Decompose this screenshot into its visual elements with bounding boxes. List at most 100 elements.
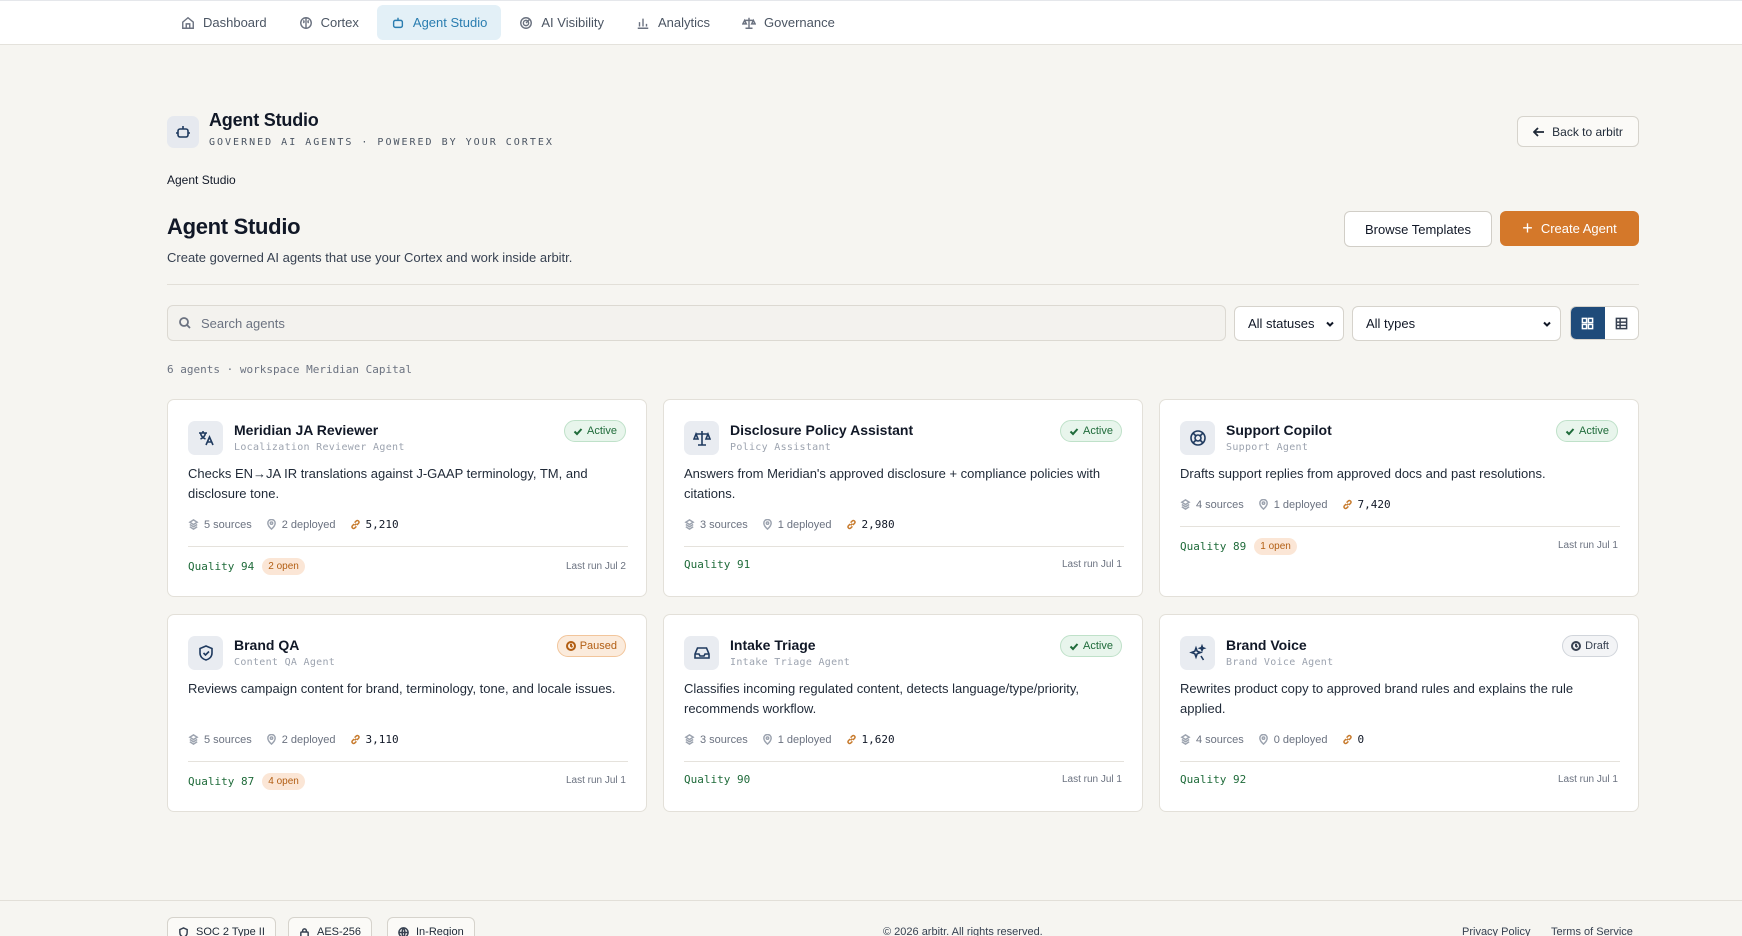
open-issues-badge[interactable]: 4 open xyxy=(262,773,305,790)
shield-icon xyxy=(179,926,188,936)
card-divider xyxy=(188,546,628,547)
deployed-metric: 1 deployed xyxy=(762,519,832,531)
agent-name: Brand Voice xyxy=(1226,637,1307,653)
plus-icon: + xyxy=(1522,217,1533,238)
agent-name: Support Copilot xyxy=(1226,422,1332,438)
brain-icon xyxy=(299,16,312,29)
nav-label: AI Visibility xyxy=(541,15,604,30)
map-pin-icon xyxy=(266,519,276,530)
sources-metric: 5 sources xyxy=(188,734,252,746)
grid-icon xyxy=(1581,317,1594,329)
agent-type: Brand Voice Agent xyxy=(1226,657,1334,668)
deployed-count: 1 deployed xyxy=(777,733,832,746)
badge-label: AES-256 xyxy=(317,926,362,936)
open-issues-badge[interactable]: 2 open xyxy=(262,558,305,575)
last-run: Last run Jul 2 xyxy=(565,561,626,572)
lifebuoy-icon xyxy=(1189,430,1206,446)
runs-metric: 5,210 xyxy=(350,518,399,531)
agent-name: Intake Triage xyxy=(730,637,816,653)
agent-card[interactable]: Intake Triage Intake Triage Agent Active… xyxy=(663,614,1143,812)
link-icon xyxy=(1342,734,1352,745)
last-run: Last run Jul 1 xyxy=(1061,774,1122,785)
runs-metric: 3,110 xyxy=(350,733,399,746)
table-view-button[interactable] xyxy=(1605,307,1639,339)
nav-label: Governance xyxy=(764,15,835,30)
create-agent-button[interactable]: + Create Agent xyxy=(1500,211,1639,246)
sources-icon xyxy=(188,519,199,530)
agent-card[interactable]: Meridian JA Reviewer Localization Review… xyxy=(167,399,647,597)
agent-name: Brand QA xyxy=(234,637,300,653)
map-pin-icon xyxy=(266,734,276,745)
status-filter-select[interactable]: All statuses xyxy=(1234,306,1344,341)
shield-check-icon xyxy=(198,645,213,661)
quality-score: Quality 90 xyxy=(684,773,751,786)
studio-title: Agent Studio xyxy=(209,110,319,130)
nav-governance[interactable]: Governance xyxy=(728,5,849,40)
nav-ai-visibility[interactable]: AI Visibility xyxy=(505,5,618,40)
deployed-count: 2 deployed xyxy=(281,733,336,746)
sources-metric: 4 sources xyxy=(1180,734,1244,746)
sources-metric: 4 sources xyxy=(1180,499,1244,511)
deployed-metric: 2 deployed xyxy=(266,519,336,531)
radar-icon xyxy=(520,16,533,29)
nav-dashboard[interactable]: Dashboard xyxy=(167,5,281,40)
studio-logo xyxy=(167,116,199,148)
agent-card[interactable]: Brand QA Content QA Agent Paused Reviews… xyxy=(167,614,647,812)
studio-header: Agent Studio GOVERNED AI AGENTS · POWERE… xyxy=(167,110,554,148)
link-icon xyxy=(846,734,856,745)
agent-metrics: 4 sources 0 deployed 0 xyxy=(1180,733,1364,746)
breadcrumb: Agent Studio xyxy=(167,173,236,187)
back-button[interactable]: Back to arbitr xyxy=(1517,116,1639,147)
deployed-count: 1 deployed xyxy=(1273,498,1328,511)
browse-templates-button[interactable]: Browse Templates xyxy=(1344,211,1492,247)
quality-row: Quality 90 xyxy=(684,773,750,786)
aes-badge: AES-256 xyxy=(288,917,373,936)
chevron-down-icon xyxy=(1543,321,1551,327)
quality-score: Quality 89 xyxy=(1180,540,1247,553)
runs-count: 0 xyxy=(1357,733,1365,746)
last-run: Last run Jul 1 xyxy=(565,775,626,786)
quality-row: Quality 91 xyxy=(684,558,750,571)
scale-icon xyxy=(692,431,711,446)
deployed-count: 0 deployed xyxy=(1273,733,1328,746)
card-divider xyxy=(684,546,1124,547)
search-box[interactable] xyxy=(167,305,1226,341)
chevron-down-icon xyxy=(1326,321,1334,327)
status-badge: Active xyxy=(564,420,626,442)
page-title: Agent Studio xyxy=(167,214,301,239)
agent-icon xyxy=(188,421,223,455)
link-icon xyxy=(846,519,856,530)
type-filter-value: All types xyxy=(1366,316,1416,331)
privacy-link[interactable]: Privacy Policy xyxy=(1462,926,1530,936)
search-input[interactable] xyxy=(201,315,1201,331)
agent-name: Meridian JA Reviewer xyxy=(234,422,379,438)
agent-card[interactable]: Support Copilot Support Agent Active Dra… xyxy=(1159,399,1639,597)
status-badge: Paused xyxy=(556,635,626,657)
nav-label: Cortex xyxy=(320,15,359,30)
agent-description: Rewrites product copy to approved brand … xyxy=(1180,681,1574,716)
agent-card[interactable]: Disclosure Policy Assistant Policy Assis… xyxy=(663,399,1143,597)
sources-count: 4 sources xyxy=(1196,733,1244,746)
sources-count: 3 sources xyxy=(700,518,748,531)
deployed-count: 2 deployed xyxy=(281,518,336,531)
translate-icon xyxy=(198,431,214,446)
status-label: Paused xyxy=(579,640,617,652)
clock-icon xyxy=(1571,641,1582,651)
agent-card[interactable]: Brand Voice Brand Voice Agent Draft Rewr… xyxy=(1159,614,1639,812)
card-divider xyxy=(1180,761,1620,762)
table-icon xyxy=(1615,317,1628,329)
runs-count: 1,620 xyxy=(861,733,895,746)
grid-view-button[interactable] xyxy=(1571,307,1605,339)
open-issues-badge[interactable]: 1 open xyxy=(1254,538,1297,555)
sources-count: 3 sources xyxy=(700,733,748,746)
agent-description: Drafts support replies from approved doc… xyxy=(1180,466,1546,481)
nav-cortex[interactable]: Cortex xyxy=(285,5,373,40)
nav-agent-studio[interactable]: Agent Studio xyxy=(376,5,502,40)
sources-metric: 3 sources xyxy=(684,734,748,746)
terms-link[interactable]: Terms of Service xyxy=(1551,926,1633,936)
bar-chart-icon xyxy=(637,18,649,29)
quality-row: Quality 89 1 open xyxy=(1180,538,1297,555)
type-filter-select[interactable]: All types xyxy=(1352,306,1561,341)
nav-label: Agent Studio xyxy=(412,15,488,30)
nav-analytics[interactable]: Analytics xyxy=(622,5,724,40)
